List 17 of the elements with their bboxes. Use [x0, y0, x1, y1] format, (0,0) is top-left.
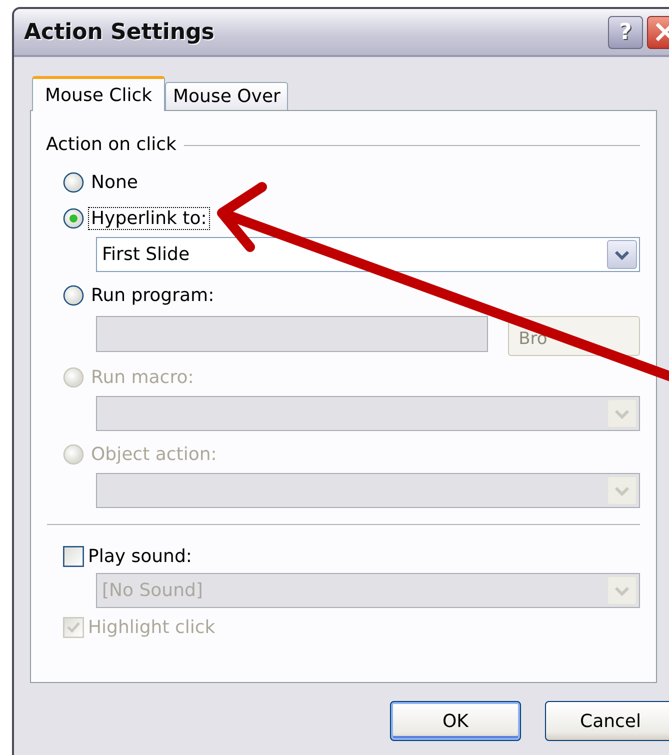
- radio-label[interactable]: Hyperlink to:: [88, 206, 210, 230]
- tab[interactable]: Mouse Over: [165, 82, 288, 110]
- dialog-button[interactable]: OK: [390, 701, 521, 741]
- group-title: Action on click: [46, 134, 176, 154]
- close-icon[interactable]: [654, 22, 669, 42]
- checkbox[interactable]: [63, 546, 84, 566]
- dropdown-field[interactable]: First Slide: [96, 237, 640, 272]
- dialog-button[interactable]: Cancel: [545, 701, 669, 741]
- radio-label[interactable]: None: [88, 170, 141, 194]
- radio-button[interactable]: [63, 208, 84, 228]
- radio-label[interactable]: Run program:: [88, 284, 218, 306]
- chevron-down-icon[interactable]: [607, 240, 637, 269]
- radio-button[interactable]: [63, 172, 84, 192]
- checkbox-label[interactable]: Play sound:: [88, 546, 192, 566]
- radio-button[interactable]: [63, 284, 84, 306]
- window-title: Action Settings: [24, 20, 216, 44]
- tab[interactable]: Mouse Click: [32, 76, 166, 111]
